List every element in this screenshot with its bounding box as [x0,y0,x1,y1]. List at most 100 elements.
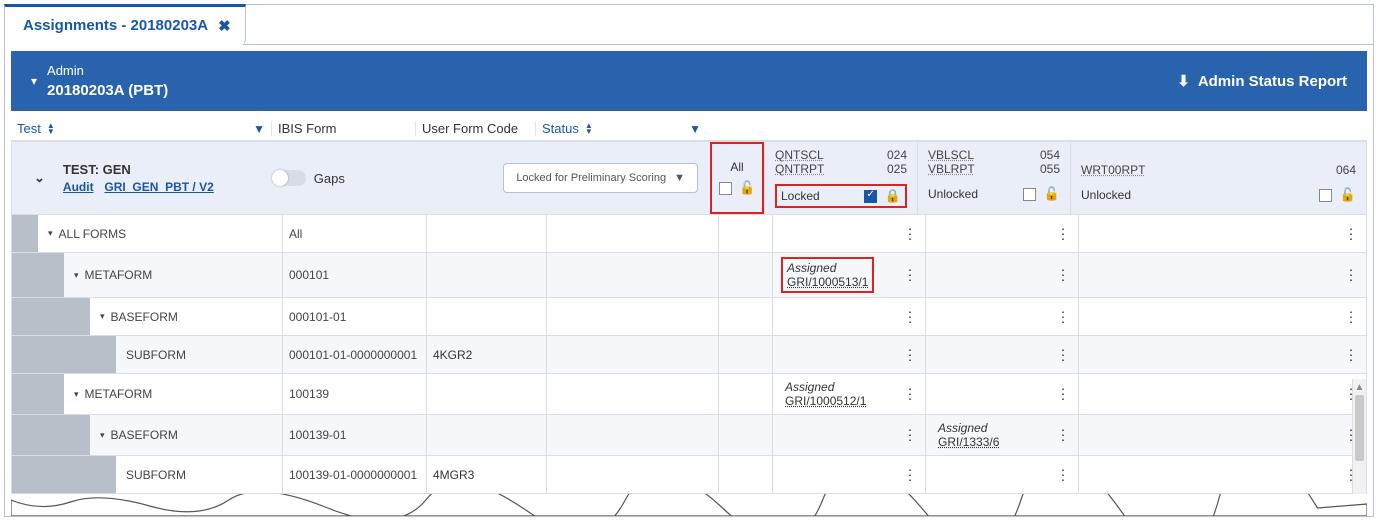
chevron-down-icon[interactable]: ▾ [74,389,79,400]
tab-assignments[interactable]: Assignments - 20180203A ✖ [4,4,246,45]
gaps-label: Gaps [314,171,345,186]
ibis-cell: 100139-01 [282,415,426,455]
ibis-cell: 000101 [282,253,426,297]
ufc-cell [426,253,546,297]
data-cell: ⋮ [772,298,925,335]
data-cell: ⋮ [925,336,1078,373]
gaps-toggle[interactable]: Gaps [272,170,345,186]
more-icon[interactable]: ⋮ [903,427,917,444]
data-cell: ⋮ [925,374,1078,414]
indent-block [12,374,64,414]
lock-checkbox[interactable] [1319,189,1332,202]
lock-checkbox[interactable] [864,190,877,203]
more-icon[interactable]: ⋮ [1344,308,1358,325]
chevron-down-icon[interactable]: ▾ [48,228,53,239]
more-icon[interactable]: ⋮ [1056,386,1070,403]
col-test-label: Test [17,121,41,136]
status-cell [546,215,718,252]
data-cell: ⋮ [772,215,925,252]
lock-scope-dropdown[interactable]: Locked for Preliminary Scoring ▼ [503,163,698,193]
sort-icon[interactable]: ▲▼ [47,123,55,135]
more-icon[interactable]: ⋮ [903,308,917,325]
more-icon[interactable]: ⋮ [1344,346,1358,363]
status-cell [546,374,718,414]
status-cell [546,298,718,335]
unlock-icon: 🔓 [739,180,755,195]
more-icon[interactable]: ⋮ [903,225,917,242]
col-test[interactable]: Test ▲▼ ▼ [17,121,271,136]
more-icon[interactable]: ⋮ [903,346,917,363]
status-cell [546,415,718,455]
row-label[interactable]: SUBFORM [116,336,282,373]
audit-link[interactable]: Audit [63,180,94,194]
row-label[interactable]: ▾METAFORM [64,253,282,297]
data-cell: ⋮ [772,456,925,493]
admin-header-bar: ▾ Admin 20180203A (PBT) ⬇ Admin Status R… [11,51,1367,111]
spacer-cell [718,298,772,335]
table-row: ▾METAFORM 100139 Assigned GRI/1000512/1 … [11,374,1367,415]
chevron-down-icon[interactable]: ▾ [100,311,105,322]
data-cell: ⋮ [1078,336,1366,373]
ibis-cell: 100139-01-0000000001 [282,456,426,493]
data-cell: ⋮ [1078,298,1366,335]
sort-icon[interactable]: ▲▼ [585,123,593,135]
score-column: VBLSCL054VBLRPT055 Unlocked 🔓 [917,142,1070,214]
row-label[interactable]: ▾ALL FORMS [38,215,282,252]
test-header-row: ⌄ TEST: GEN Audit GRI_GEN_PBT / V2 Gaps … [11,141,1367,215]
more-icon[interactable]: ⋮ [1344,267,1358,284]
indent-block [12,415,90,455]
scroll-thumb[interactable] [1355,395,1364,461]
more-icon[interactable]: ⋮ [1056,225,1070,242]
filter-icon[interactable]: ▼ [689,122,701,136]
row-label[interactable]: ▾BASEFORM [90,415,282,455]
row-label[interactable]: SUBFORM [116,456,282,493]
more-icon[interactable]: ⋮ [1056,346,1070,363]
spacer-cell [718,456,772,493]
more-icon[interactable]: ⋮ [903,267,917,284]
admin-status-report-link[interactable]: ⬇ Admin Status Report [1177,72,1347,90]
table-row: SUBFORM 000101-01-0000000001 4KGR2 ⋮ ⋮ ⋮ [11,336,1367,374]
data-cell: ⋮ [772,336,925,373]
more-icon[interactable]: ⋮ [1056,308,1070,325]
chevron-down-icon[interactable]: ▾ [100,430,105,441]
table-row: ▾BASEFORM 000101-01 ⋮ ⋮ ⋮ [11,298,1367,336]
close-icon[interactable]: ✖ [218,17,231,35]
scroll-up-icon[interactable]: ▲ [1353,379,1366,395]
chevron-down-icon[interactable]: ▾ [31,74,37,88]
form-link[interactable]: GRI_GEN_PBT / V2 [104,180,213,194]
data-cell: Assigned GRI/1000513/1 ⋮ [772,253,925,297]
assigned-link[interactable]: GRI/1000512/1 [785,394,866,408]
ufc-cell: 4MGR3 [426,456,546,493]
lock-checkbox[interactable] [1023,188,1036,201]
more-icon[interactable]: ⋮ [903,386,917,403]
data-cell: ⋮ [925,456,1078,493]
col-ibis[interactable]: IBIS Form [271,121,415,136]
chevron-down-icon[interactable]: ⌄ [34,170,45,186]
data-cell: ⋮ [772,415,925,455]
indent-block [12,298,90,335]
more-icon[interactable]: ⋮ [1056,466,1070,483]
more-icon[interactable]: ⋮ [1344,225,1358,242]
all-lock-cell: All 🔓 [710,142,764,214]
col-ufc[interactable]: User Form Code [415,121,535,136]
row-label[interactable]: ▾BASEFORM [90,298,282,335]
data-cell: Assigned GRI/1000512/1 ⋮ [772,374,925,414]
ibis-cell: 000101-01-0000000001 [282,336,426,373]
column-headers: Test ▲▼ ▼ IBIS Form User Form Code Statu… [11,117,1367,141]
ufc-cell [426,215,546,252]
assigned-link[interactable]: GRI/1333/6 [938,435,999,449]
ufc-cell: 4KGR2 [426,336,546,373]
col-status[interactable]: Status ▲▼ ▼ [535,121,707,136]
ibis-cell: 000101-01 [282,298,426,335]
chevron-down-icon[interactable]: ▾ [74,270,79,281]
more-icon[interactable]: ⋮ [1056,427,1070,444]
row-label[interactable]: ▾METAFORM [64,374,282,414]
more-icon[interactable]: ⋮ [903,466,917,483]
vertical-scrollbar[interactable]: ▲ [1352,379,1366,494]
more-icon[interactable]: ⋮ [1056,267,1070,284]
ibis-cell: 100139 [282,374,426,414]
assigned-link[interactable]: GRI/1000513/1 [787,275,868,289]
lock-label: Locked [781,189,820,203]
filter-icon[interactable]: ▼ [253,122,265,136]
all-checkbox[interactable] [719,182,732,195]
